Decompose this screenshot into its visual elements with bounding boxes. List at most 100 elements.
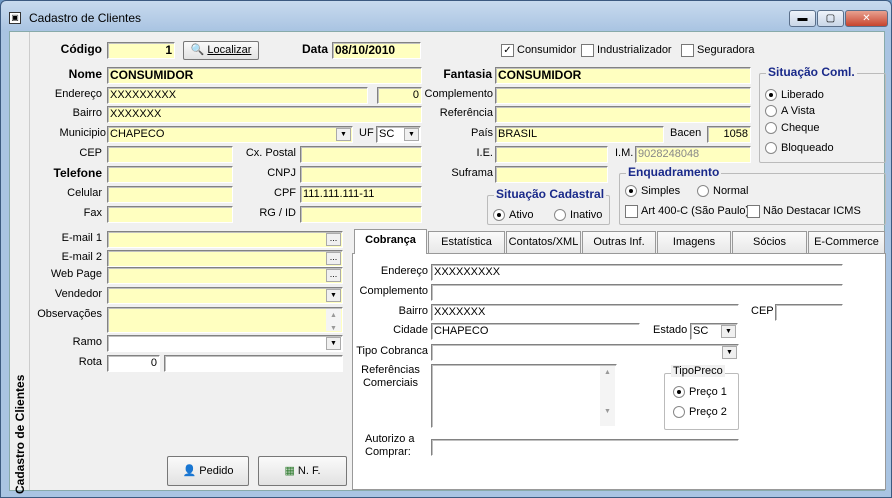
data-field[interactable]: 08/10/2010	[332, 42, 421, 59]
telefone-label: Telefone	[53, 166, 102, 180]
inativo-radio[interactable]	[554, 209, 566, 221]
chevron-down-icon[interactable]: ▼	[326, 337, 341, 350]
enquadramento-title: Enquadramento	[626, 165, 722, 179]
webpage-field[interactable]: ...	[107, 267, 343, 284]
cep-label: CEP	[79, 147, 102, 159]
tab-estatistica[interactable]: Estatística	[428, 231, 505, 253]
seguradora-checkbox[interactable]	[681, 44, 694, 57]
referencias-memo[interactable]: ▲ ▼	[431, 364, 617, 428]
tab-imagens[interactable]: Imagens	[657, 231, 731, 253]
bloqueado-radio[interactable]	[765, 142, 777, 154]
cob-cidade-field[interactable]: CHAPECO	[431, 323, 640, 340]
pais-field[interactable]: BRASIL	[495, 126, 664, 143]
ie-field[interactable]	[495, 146, 608, 163]
document-icon: ▦	[284, 465, 295, 477]
ellipsis-button[interactable]: ...	[326, 233, 341, 246]
complemento-field[interactable]	[495, 87, 751, 104]
ie-label: I.E.	[476, 147, 493, 159]
tab-socios[interactable]: Sócios	[732, 231, 807, 253]
municipio-combo[interactable]: CHAPECO ▼	[107, 126, 353, 143]
telefone-field[interactable]	[107, 166, 233, 183]
email2-field[interactable]: ...	[107, 250, 343, 267]
scrollbar[interactable]: ▲ ▼	[600, 366, 615, 426]
ellipsis-button[interactable]: ...	[326, 252, 341, 265]
tipopreco-group: TipoPreco Preço 1 Preço 2	[664, 365, 739, 430]
consumidor-checkbox[interactable]: ✓	[501, 44, 514, 57]
complemento-label: Complemento	[424, 88, 493, 100]
scrollbar[interactable]: ▲ ▼	[326, 309, 341, 332]
tipo-cobranca-label: Tipo Cobranca	[356, 345, 428, 357]
im-label: I.M.	[615, 147, 634, 159]
chevron-down-icon[interactable]: ▼	[722, 346, 737, 359]
ativo-radio[interactable]	[493, 209, 505, 221]
tab-ecommerce[interactable]: E-Commerce	[808, 231, 885, 253]
cheque-radio[interactable]	[765, 122, 777, 134]
cob-cep-field[interactable]	[775, 304, 843, 321]
tipo-cobranca-combo[interactable]: ▼	[431, 344, 739, 361]
ellipsis-button[interactable]: ...	[326, 269, 341, 282]
email2-label: E-mail 2	[61, 251, 102, 263]
bairro-field[interactable]: XXXXXXX	[107, 106, 422, 123]
codigo-label: Código	[60, 42, 102, 56]
pedido-button[interactable]: 👤 Pedido	[167, 456, 249, 486]
inativo-label: Inativo	[570, 209, 603, 221]
cob-complemento-field[interactable]	[431, 284, 843, 301]
minimize-button[interactable]: ▬	[789, 10, 816, 27]
observacoes-memo[interactable]: ▲ ▼	[107, 307, 343, 333]
bacen-field[interactable]: 1058	[707, 126, 751, 143]
fantasia-field[interactable]: CONSUMIDOR	[495, 67, 751, 84]
app-icon: ▣	[9, 12, 21, 24]
simples-radio[interactable]	[625, 185, 637, 197]
preco1-radio[interactable]	[673, 386, 685, 398]
vendedor-label: Vendedor	[54, 288, 102, 300]
cob-estado-combo[interactable]: SC ▼	[690, 323, 738, 340]
email1-field[interactable]: ...	[107, 231, 343, 248]
industrializador-checkbox[interactable]	[581, 44, 594, 57]
rota-field[interactable]: 0	[107, 355, 160, 372]
avista-radio[interactable]	[765, 105, 777, 117]
normal-radio[interactable]	[697, 185, 709, 197]
cep-field[interactable]	[107, 146, 233, 163]
preco2-radio[interactable]	[673, 406, 685, 418]
fax-field[interactable]	[107, 206, 233, 223]
rg-field[interactable]	[300, 206, 422, 223]
referencia-field[interactable]	[495, 106, 751, 123]
nf-button[interactable]: ▦ N. F.	[258, 456, 347, 486]
art400c-checkbox[interactable]	[625, 205, 638, 218]
suframa-field[interactable]	[495, 166, 608, 183]
cnpj-label: CNPJ	[267, 167, 296, 179]
ramo-label: Ramo	[72, 336, 102, 348]
tab-cobranca[interactable]: Cobrança	[354, 229, 427, 254]
nao-destacar-checkbox[interactable]	[747, 205, 760, 218]
nome-field[interactable]: CONSUMIDOR	[107, 67, 422, 84]
industrializador-label: Industrializador	[597, 44, 672, 56]
liberado-radio[interactable]	[765, 89, 777, 101]
localizar-button[interactable]: 🔍 Localizar	[183, 41, 259, 60]
cnpj-field[interactable]	[300, 166, 422, 183]
cob-endereco-field[interactable]: XXXXXXXXX	[431, 264, 843, 281]
ramo-combo[interactable]: ▼	[107, 335, 343, 352]
cob-bairro-field[interactable]: XXXXXXX	[431, 304, 739, 321]
rota-desc-field[interactable]	[164, 355, 343, 372]
maximize-button[interactable]: ▢	[817, 10, 844, 27]
simples-label: Simples	[641, 185, 681, 197]
codigo-field[interactable]: 1	[107, 42, 175, 59]
referencia-label: Referência	[439, 107, 493, 119]
tab-outras-inf[interactable]: Outras Inf.	[582, 231, 656, 253]
endereco-label: Endereço	[54, 88, 102, 100]
endereco-field[interactable]: XXXXXXXXX	[107, 87, 368, 104]
autorizo-field[interactable]	[431, 439, 739, 456]
chevron-down-icon[interactable]: ▼	[721, 325, 736, 338]
close-button[interactable]: ✕	[845, 10, 888, 27]
fantasia-label: Fantasia	[443, 67, 492, 81]
celular-field[interactable]	[107, 186, 233, 203]
tab-contatos-xml[interactable]: Contatos/XML	[506, 231, 581, 253]
im-field[interactable]: 9028248048	[635, 146, 751, 163]
nf-label: N. F.	[297, 465, 321, 477]
cpf-field[interactable]: 111.111.111-11	[300, 186, 422, 203]
vendedor-combo[interactable]: ▼	[107, 287, 343, 304]
chevron-down-icon[interactable]: ▼	[336, 128, 351, 141]
cxpostal-field[interactable]	[300, 146, 422, 163]
chevron-down-icon[interactable]: ▼	[326, 289, 341, 302]
liberado-label: Liberado	[781, 89, 824, 101]
